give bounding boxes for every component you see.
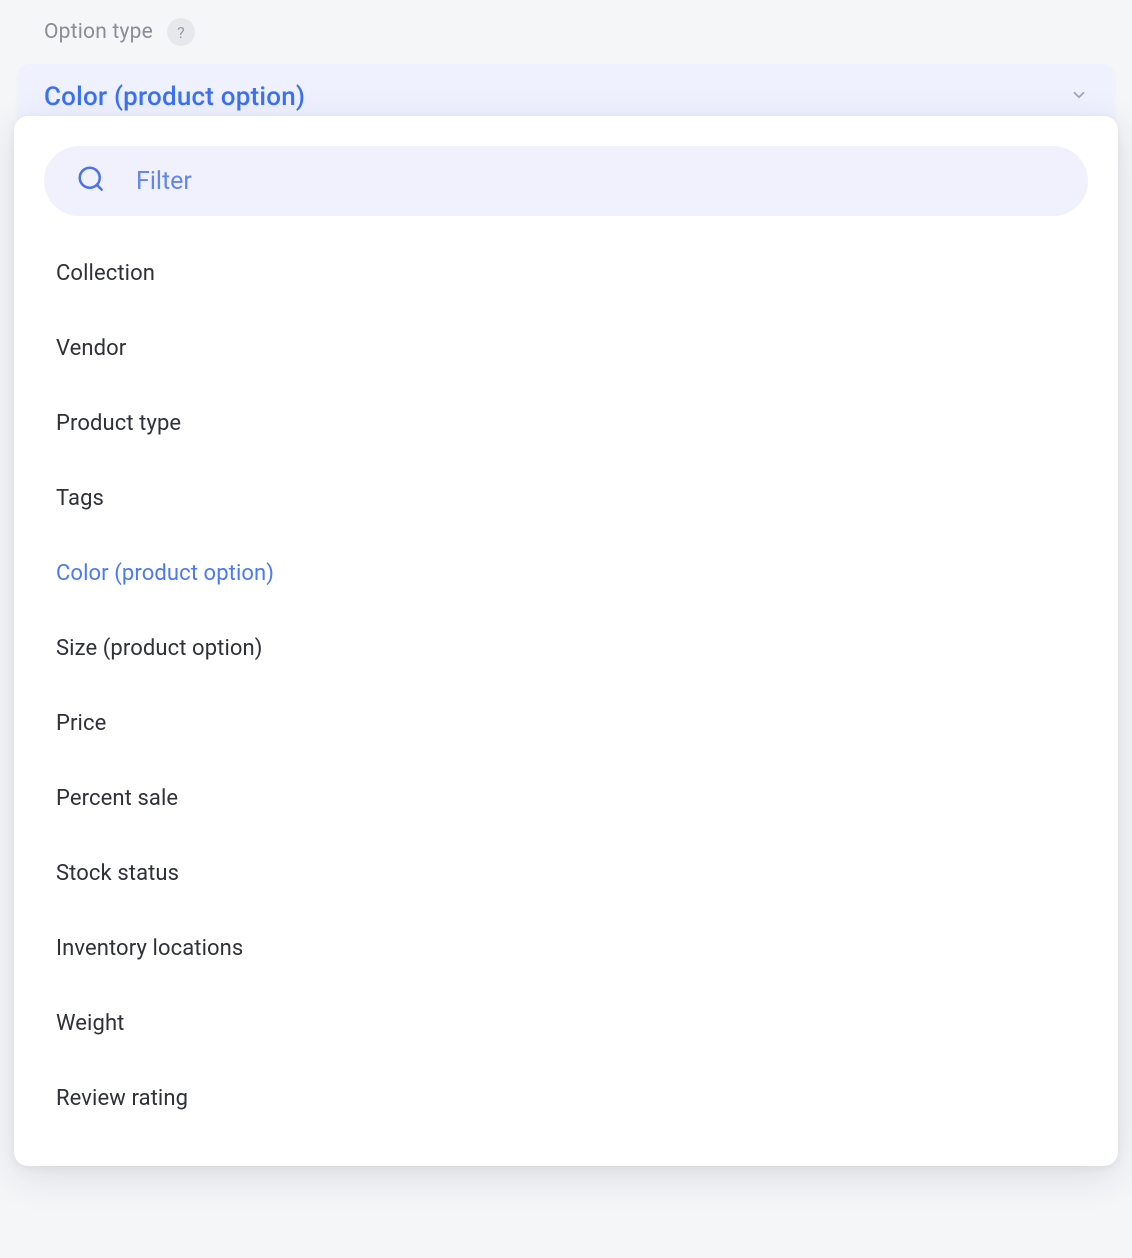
field-label-row: Option type ? <box>0 0 1132 46</box>
filter-row[interactable] <box>44 146 1088 216</box>
option-review-rating[interactable]: Review rating <box>56 1061 1076 1136</box>
chevron-down-icon <box>1070 86 1088 108</box>
option-vendor[interactable]: Vendor <box>56 311 1076 386</box>
help-icon[interactable]: ? <box>167 18 195 46</box>
option-collection[interactable]: Collection <box>56 236 1076 311</box>
option-price[interactable]: Price <box>56 686 1076 761</box>
option-color[interactable]: Color (product option) <box>56 536 1076 611</box>
options-list: Collection Vendor Product type Tags Colo… <box>44 236 1088 1136</box>
option-size[interactable]: Size (product option) <box>56 611 1076 686</box>
filter-input[interactable] <box>136 167 1056 196</box>
option-weight[interactable]: Weight <box>56 986 1076 1061</box>
field-label: Option type <box>44 20 153 44</box>
option-product-type[interactable]: Product type <box>56 386 1076 461</box>
option-tags[interactable]: Tags <box>56 461 1076 536</box>
option-percent-sale[interactable]: Percent sale <box>56 761 1076 836</box>
option-type-dropdown: Collection Vendor Product type Tags Colo… <box>14 116 1118 1166</box>
option-inventory-locations[interactable]: Inventory locations <box>56 911 1076 986</box>
select-value: Color (product option) <box>44 82 305 112</box>
search-icon <box>76 164 106 198</box>
option-stock-status[interactable]: Stock status <box>56 836 1076 911</box>
